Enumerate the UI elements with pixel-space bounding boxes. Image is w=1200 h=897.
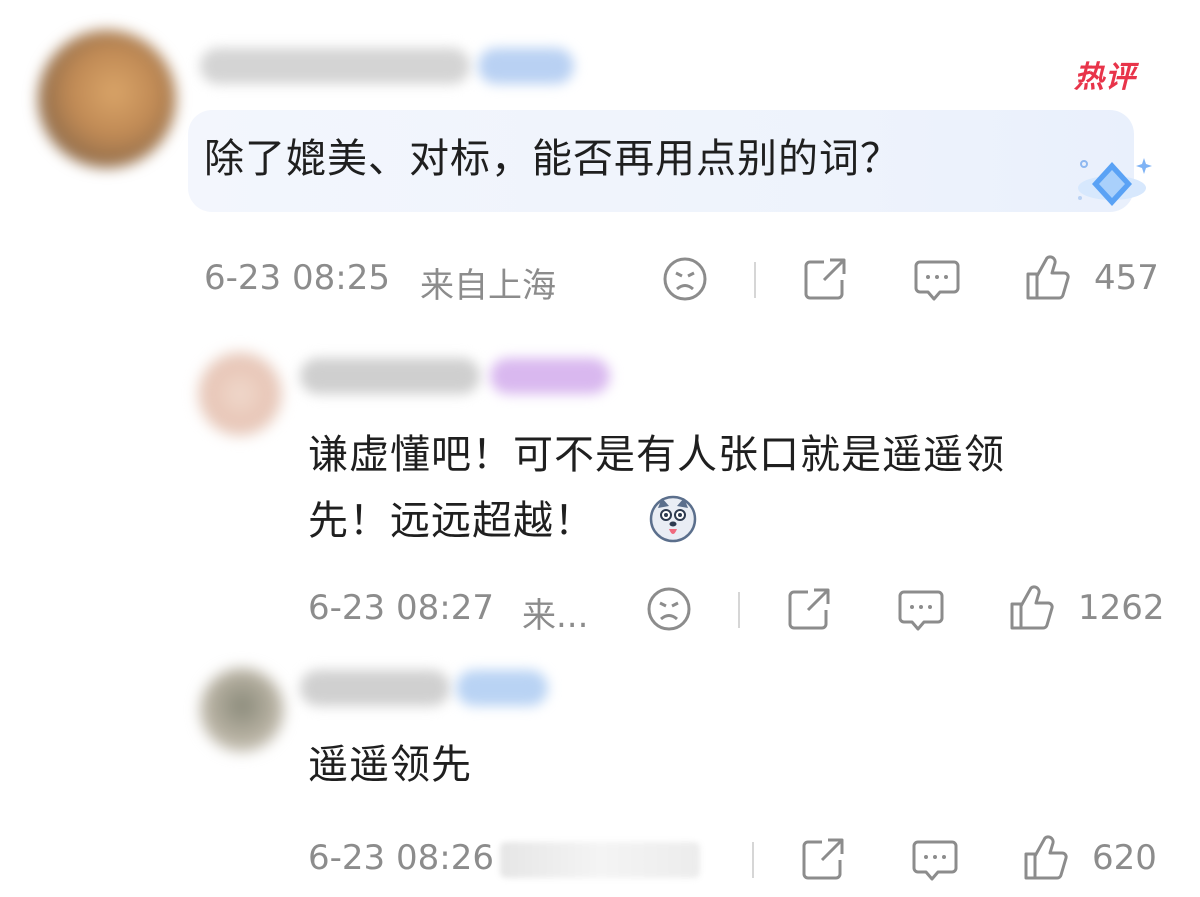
husky-emoji-icon	[648, 494, 698, 544]
username[interactable]	[200, 48, 470, 84]
user-tag	[456, 670, 548, 706]
comment-location: 来自上海	[420, 266, 556, 306]
comment-time: 6-23 08:27	[308, 588, 494, 628]
dislike-icon[interactable]	[646, 586, 692, 632]
reply-icon[interactable]	[912, 838, 958, 882]
comment-time: 6-23 08:26	[308, 838, 494, 878]
like-count: 620	[1092, 838, 1157, 878]
like-icon[interactable]	[1024, 252, 1072, 302]
like-icon[interactable]	[1022, 832, 1070, 882]
user-tag	[490, 358, 610, 394]
avatar[interactable]	[198, 352, 282, 436]
like-count: 1262	[1078, 588, 1165, 628]
share-icon[interactable]	[800, 836, 848, 882]
user-tag	[478, 48, 574, 84]
comment-text-line-2: 先！远远超越！	[308, 498, 595, 544]
diamond-badge-icon	[1072, 152, 1152, 216]
reply-icon[interactable]	[898, 588, 944, 632]
username[interactable]	[300, 670, 450, 706]
divider	[752, 842, 754, 878]
comment-text: 遥遥领先	[308, 742, 472, 788]
share-icon[interactable]	[786, 586, 834, 632]
divider	[738, 592, 740, 628]
like-icon[interactable]	[1008, 582, 1056, 632]
comment-text-line-1: 谦虚懂吧！可不是有人张口就是遥遥领	[308, 432, 1005, 478]
hot-comment-badge: 热评	[1074, 60, 1136, 95]
like-count: 457	[1094, 258, 1159, 298]
divider	[754, 262, 756, 298]
avatar[interactable]	[38, 30, 176, 168]
share-icon[interactable]	[802, 256, 850, 302]
comment-time: 6-23 08:25	[204, 258, 390, 298]
comment-location: 来...	[522, 596, 589, 636]
location-redacted	[500, 842, 700, 878]
comment-text: 除了媲美、对标，能否再用点别的词？	[204, 136, 901, 182]
username[interactable]	[300, 358, 480, 394]
avatar[interactable]	[200, 668, 284, 752]
dislike-icon[interactable]	[662, 256, 708, 302]
reply-icon[interactable]	[914, 258, 960, 302]
